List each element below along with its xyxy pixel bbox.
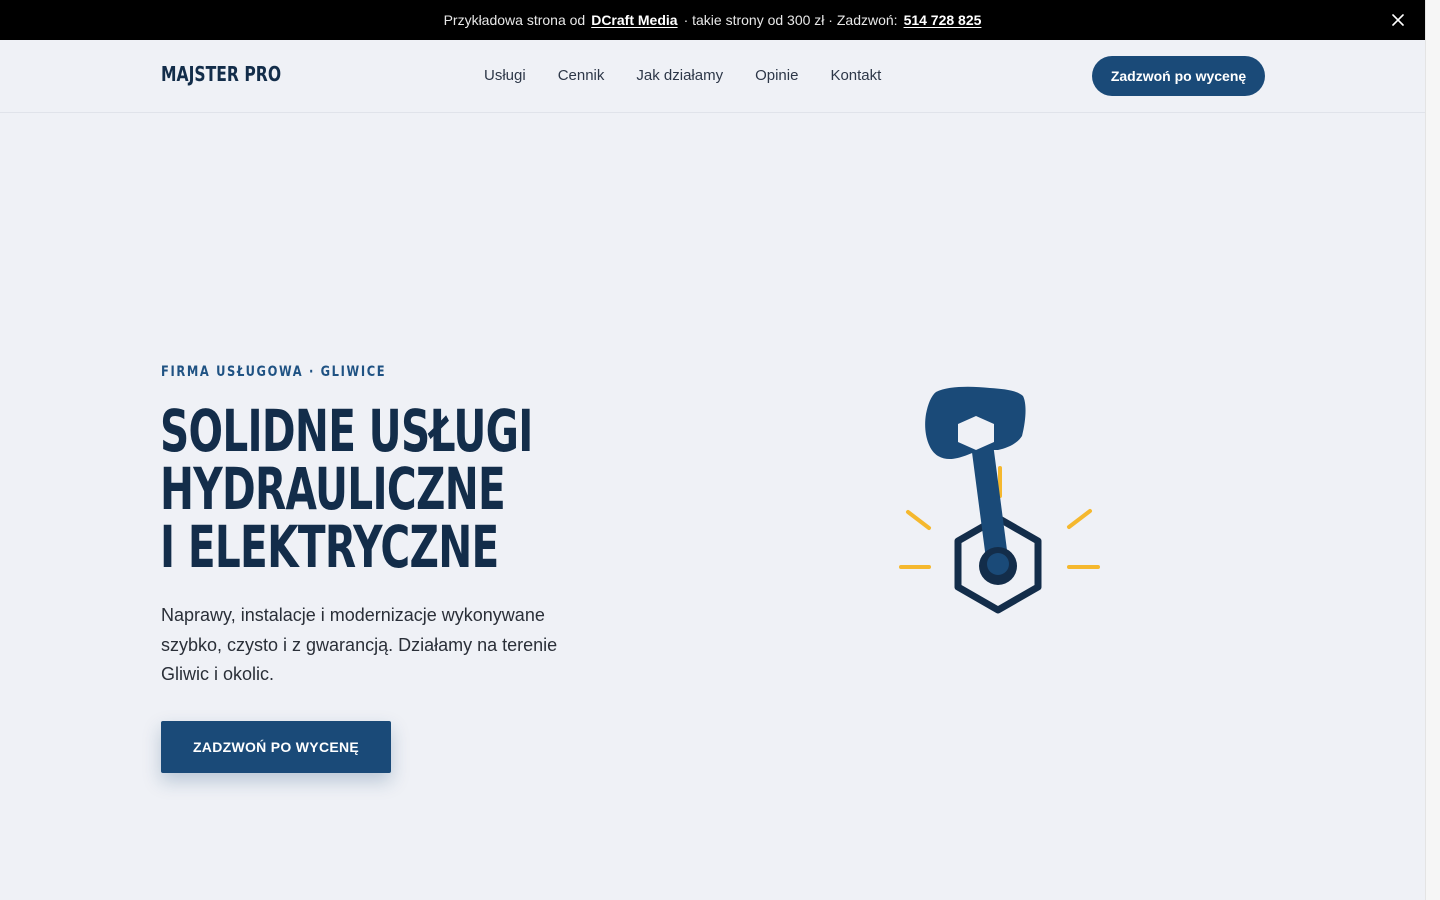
hero-headline-line-3: I ELEKTRYCZNE — [160, 513, 499, 581]
hero-headline-line-1: SOLIDNE USŁUGI — [160, 397, 533, 465]
nav-item-jak-dzialamy[interactable]: Jak działamy — [636, 67, 723, 84]
hero-eyebrow: FIRMA USŁUGOWA · GLIWICE — [161, 364, 387, 380]
wrench-nut-icon — [890, 380, 1110, 630]
close-icon[interactable] — [1389, 11, 1407, 29]
promo-bar: Przykładowa strona od DCraft Media · tak… — [0, 0, 1425, 40]
promo-text-prefix: Przykładowa strona od — [443, 12, 586, 28]
hero-lead: Naprawy, instalacje i modernizacje wykon… — [161, 605, 558, 684]
hero-call-button[interactable]: ZADZWOŃ PO WYCENĘ — [161, 721, 391, 773]
nav-item-cennik[interactable]: Cennik — [558, 67, 605, 84]
promo-brand-link[interactable]: DCraft Media — [591, 12, 677, 28]
promo-phone-link[interactable]: 514 728 825 — [904, 12, 982, 28]
header-call-button[interactable]: Zadzwoń po wycenę — [1092, 56, 1265, 96]
hero-headline: SOLIDNE USŁUGI HYDRAULICZNE I ELEKTRYCZN… — [160, 402, 533, 576]
main-nav: Usługi Cennik Jak działamy Opinie Kontak… — [484, 67, 913, 84]
nav-item-opinie[interactable]: Opinie — [755, 67, 798, 84]
promo-text-middle: · takie strony od 300 zł · Zadzwoń: — [683, 12, 898, 28]
nav-item-kontakt[interactable]: Kontakt — [830, 67, 881, 84]
site-logo[interactable]: MAJSTER PRO — [161, 62, 281, 86]
site-header: MAJSTER PRO Usługi Cennik Jak działamy O… — [0, 40, 1425, 113]
nav-item-uslugi[interactable]: Usługi — [484, 67, 526, 84]
hero-headline-line-2: HYDRAULICZNE — [160, 455, 506, 523]
page-scrollbar[interactable] — [1425, 0, 1440, 900]
